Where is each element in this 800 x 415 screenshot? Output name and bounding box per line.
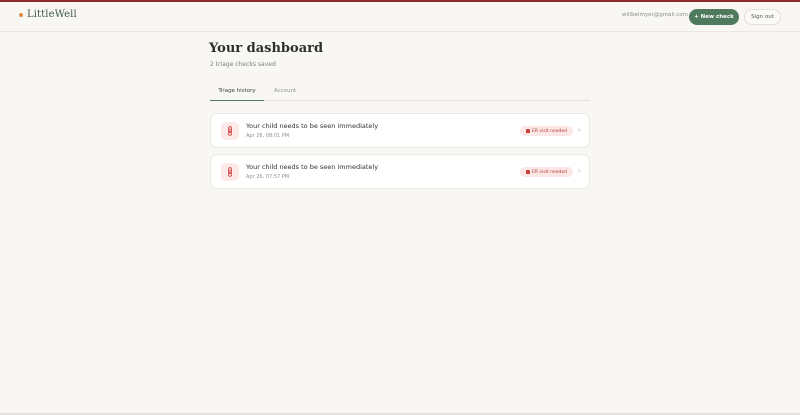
thermometer-icon (221, 163, 239, 181)
er-visit-badge: ER visit needed (520, 167, 573, 177)
brand-dot-icon (19, 12, 23, 17)
page-subtitle: 2 triage checks saved (210, 61, 276, 68)
chevron-right-icon: › (578, 167, 581, 175)
page-title: Your dashboard (209, 41, 324, 56)
brand-logo[interactable]: LittleWell (19, 9, 77, 20)
user-email: willbelmyer@gmail.com (622, 12, 689, 18)
triage-check-card[interactable]: Your child needs to be seen immediately … (210, 154, 590, 189)
check-timestamp: Apr 26, 08:01 PM (246, 133, 290, 139)
dashboard-tabs: Triage history Account (210, 85, 590, 101)
siren-icon (526, 170, 530, 174)
check-title: Your child needs to be seen immediately (246, 163, 379, 171)
triage-check-card[interactable]: Your child needs to be seen immediately … (210, 113, 590, 148)
check-timestamp: Apr 26, 07:57 PM (246, 174, 290, 180)
sign-out-button[interactable]: Sign out (744, 9, 781, 25)
thermometer-icon (221, 122, 239, 140)
brand-name: LittleWell (27, 9, 77, 20)
tab-triage-history[interactable]: Triage history (210, 88, 264, 101)
check-title: Your child needs to be seen immediately (246, 122, 379, 130)
chevron-right-icon: › (578, 126, 581, 134)
badge-label: ER visit needed (532, 128, 567, 134)
tab-account[interactable]: Account (274, 88, 296, 94)
er-visit-badge: ER visit needed (520, 126, 573, 136)
siren-icon (526, 129, 530, 133)
badge-label: ER visit needed (532, 169, 567, 175)
new-check-button[interactable]: + New check (689, 9, 739, 25)
top-navbar: LittleWell willbelmyer@gmail.com + New c… (0, 2, 800, 32)
